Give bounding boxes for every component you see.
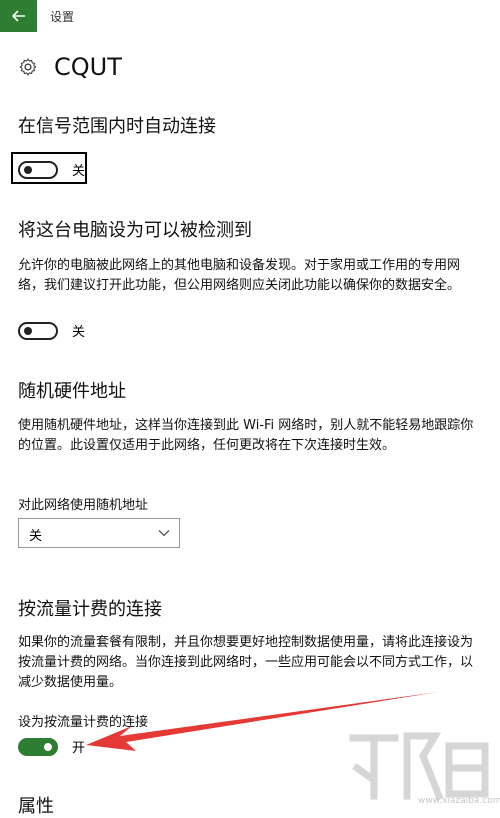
watermark-logo — [349, 732, 489, 801]
annotation-arrow — [86, 692, 438, 751]
watermark-text: www.xiazaiba.com — [418, 796, 500, 806]
